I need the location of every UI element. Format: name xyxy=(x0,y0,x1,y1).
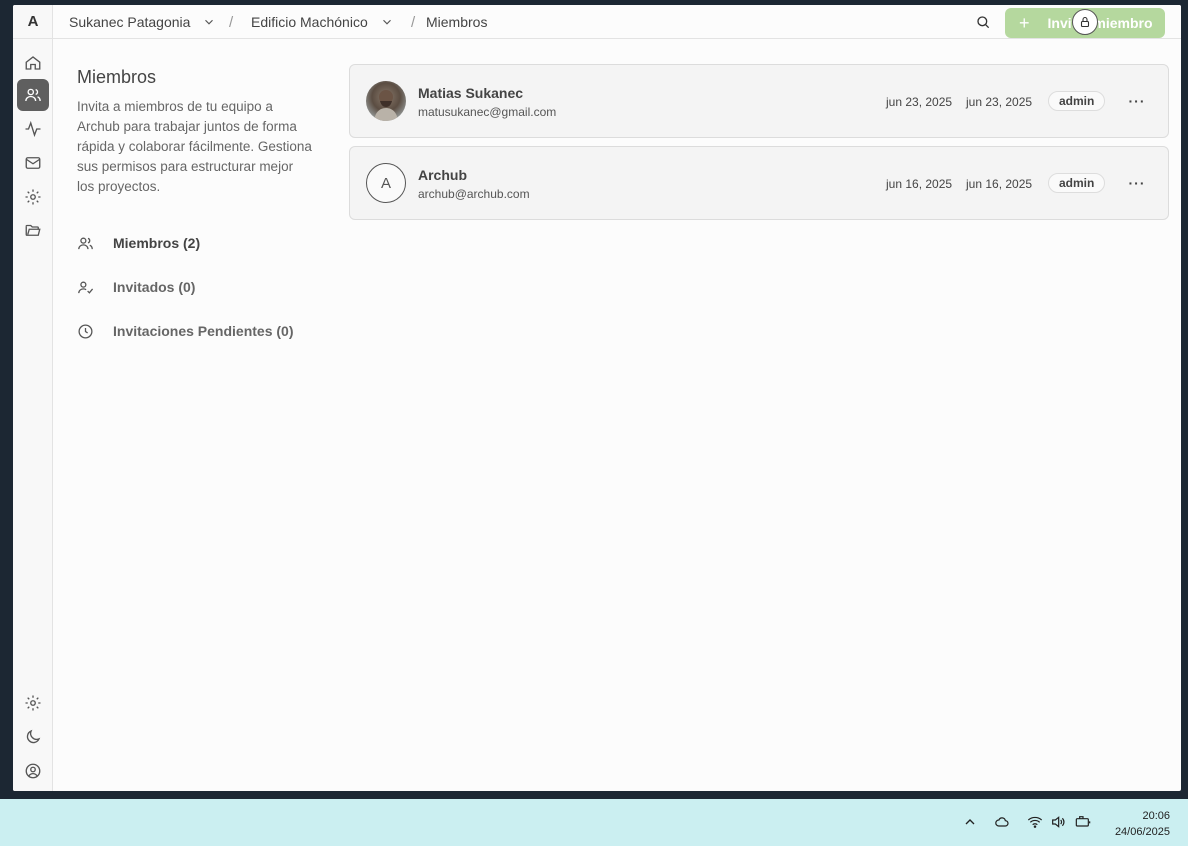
cloud-icon[interactable] xyxy=(992,813,1012,831)
chevron-down-icon[interactable] xyxy=(380,15,394,29)
activity-icon[interactable] xyxy=(17,113,49,145)
page-title: Miembros xyxy=(77,67,157,87)
users-icon[interactable] xyxy=(17,79,49,111)
page-description: Invita a miembros de tu equipo a Archub … xyxy=(77,99,312,194)
invite-member-label: Invitar miembro xyxy=(1047,15,1153,31)
lock-icon xyxy=(1072,9,1098,35)
battery-icon[interactable] xyxy=(1073,813,1093,831)
taskbar: 20:06 24/06/2025 xyxy=(0,799,1188,846)
more-options-icon[interactable]: ··· xyxy=(1128,173,1146,193)
subnav-item-invited[interactable]: Invitados (0) xyxy=(77,265,327,309)
user-circle-icon[interactable] xyxy=(17,755,49,787)
subnav-item-members[interactable]: Miembros (2) xyxy=(77,221,327,265)
mail-icon[interactable] xyxy=(17,147,49,179)
users-icon xyxy=(77,235,99,252)
chevron-down-icon[interactable] xyxy=(202,15,216,29)
subnav-item-label: Invitaciones Pendientes (0) xyxy=(113,323,294,339)
breadcrumb-org-label: Sukanec Patagonia xyxy=(69,14,191,30)
user-check-icon xyxy=(77,279,99,296)
gear-icon[interactable] xyxy=(17,687,49,719)
avatar xyxy=(366,81,406,121)
app-logo[interactable]: A xyxy=(13,5,53,39)
subnav-item-pending[interactable]: Invitaciones Pendientes (0) xyxy=(77,309,327,353)
member-email: matusukanec@gmail.com xyxy=(418,105,557,119)
member-card[interactable]: A Archub archub@archub.com jun 16, 2025 … xyxy=(349,146,1169,220)
role-badge: admin xyxy=(1048,173,1106,193)
member-name: Matias Sukanec xyxy=(418,85,524,101)
clock-icon xyxy=(77,323,99,340)
search-icon[interactable] xyxy=(973,12,993,32)
breadcrumb-project-label: Edificio Machónico xyxy=(251,14,368,30)
role-badge: admin xyxy=(1048,91,1106,111)
breadcrumb-separator: / xyxy=(411,13,416,31)
member-card[interactable]: Matias Sukanec matusukanec@gmail.com jun… xyxy=(349,64,1169,138)
clock-time: 20:06 xyxy=(1142,810,1170,822)
wifi-icon[interactable] xyxy=(1025,813,1045,831)
sidebar-rail: A xyxy=(13,5,53,791)
app-window: A Sukanec Patagonia / Edificio Machónico… xyxy=(13,5,1181,791)
desktop: A Sukanec Patagonia / Edificio Machónico… xyxy=(0,0,1188,846)
moon-icon[interactable] xyxy=(17,721,49,753)
avatar: A xyxy=(366,163,406,203)
subnav-item-label: Miembros (2) xyxy=(113,235,201,251)
member-active-date: jun 16, 2025 xyxy=(966,177,1033,191)
info-panel: Miembros Invita a miembros de tu equipo … xyxy=(77,67,313,197)
members-subnav: Miembros (2) Invitados (0) Invitaciones … xyxy=(77,221,327,353)
member-joined-date: jun 16, 2025 xyxy=(886,177,953,191)
clock-date: 24/06/2025 xyxy=(1114,826,1170,838)
volume-icon[interactable] xyxy=(1048,813,1068,831)
system-clock[interactable]: 20:06 24/06/2025 xyxy=(1115,808,1170,840)
subnav-item-label: Invitados (0) xyxy=(113,279,196,295)
home-icon[interactable] xyxy=(17,47,49,79)
plus-icon: + xyxy=(1019,12,1030,33)
chevron-up-icon[interactable] xyxy=(960,813,980,831)
more-options-icon[interactable]: ··· xyxy=(1128,91,1146,111)
member-joined-date: jun 23, 2025 xyxy=(886,95,953,109)
breadcrumb-page: Miembros xyxy=(426,14,488,30)
breadcrumb-separator: / xyxy=(229,13,234,31)
folder-icon[interactable] xyxy=(17,214,49,246)
breadcrumb-project[interactable]: Edificio Machónico xyxy=(251,5,394,39)
member-email: archub@archub.com xyxy=(418,187,530,201)
settings-icon[interactable] xyxy=(17,181,49,213)
member-name: Archub xyxy=(418,167,467,183)
breadcrumb-org[interactable]: Sukanec Patagonia xyxy=(69,5,216,39)
member-active-date: jun 23, 2025 xyxy=(966,95,1033,109)
